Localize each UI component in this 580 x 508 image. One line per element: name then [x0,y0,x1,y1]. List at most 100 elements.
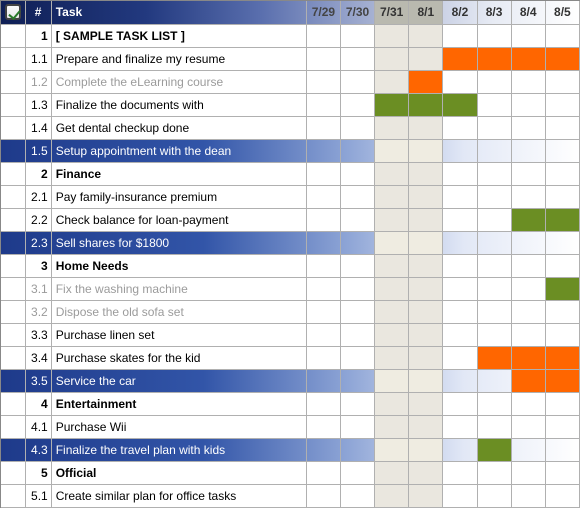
gantt-cell[interactable] [306,93,340,116]
gantt-cell[interactable] [511,369,545,392]
row-check-cell[interactable] [1,208,25,231]
gantt-cell[interactable] [306,185,340,208]
gantt-cell[interactable] [340,231,374,254]
table-row[interactable]: 2.1Pay family-insurance premium [1,185,580,208]
gantt-cell[interactable] [340,438,374,461]
row-check-cell[interactable] [1,24,25,47]
gantt-cell[interactable] [375,323,409,346]
table-row[interactable]: 2Finance [1,162,580,185]
gantt-cell[interactable] [545,116,579,139]
row-num[interactable]: 3.1 [25,277,51,300]
row-task[interactable]: Sell shares for $1800 [51,231,306,254]
row-num[interactable]: 1.4 [25,116,51,139]
gantt-cell[interactable] [477,415,511,438]
gantt-cell[interactable] [511,185,545,208]
gantt-cell[interactable] [340,392,374,415]
gantt-cell[interactable] [306,346,340,369]
row-check-cell[interactable] [1,438,25,461]
gantt-cell[interactable] [545,438,579,461]
gantt-cell[interactable] [477,208,511,231]
gantt-cell[interactable] [375,231,409,254]
gantt-cell[interactable] [545,369,579,392]
gantt-cell[interactable] [511,24,545,47]
task-gantt-table[interactable]: # Task 7/29 7/30 7/31 8/1 8/2 8/3 8/4 8/… [1,1,580,508]
gantt-cell[interactable] [340,369,374,392]
row-num[interactable]: 2.3 [25,231,51,254]
gantt-cell[interactable] [443,392,477,415]
gantt-cell[interactable] [409,116,443,139]
row-task[interactable]: Pay family-insurance premium [51,185,306,208]
row-num[interactable]: 1.3 [25,93,51,116]
table-row[interactable]: 3.5Service the car [1,369,580,392]
table-row[interactable]: 1.2Complete the eLearning course [1,70,580,93]
row-check-cell[interactable] [1,47,25,70]
table-row[interactable]: 3Home Needs [1,254,580,277]
row-check-cell[interactable] [1,392,25,415]
table-row[interactable]: 1[ SAMPLE TASK LIST ] [1,24,580,47]
gantt-cell[interactable] [443,438,477,461]
gantt-cell[interactable] [409,392,443,415]
gantt-cell[interactable] [409,208,443,231]
gantt-cell[interactable] [409,254,443,277]
row-num[interactable]: 3.3 [25,323,51,346]
row-check-cell[interactable] [1,369,25,392]
gantt-cell[interactable] [545,162,579,185]
gantt-cell[interactable] [306,461,340,484]
header-day-5[interactable]: 8/3 [477,1,511,24]
gantt-cell[interactable] [443,208,477,231]
gantt-cell[interactable] [409,93,443,116]
gantt-cell[interactable] [443,484,477,507]
gantt-cell[interactable] [511,484,545,507]
gantt-cell[interactable] [375,392,409,415]
header-day-2[interactable]: 7/31 [375,1,409,24]
gantt-cell[interactable] [375,24,409,47]
gantt-cell[interactable] [409,415,443,438]
header-day-6[interactable]: 8/4 [511,1,545,24]
row-task[interactable]: Prepare and finalize my resume [51,47,306,70]
gantt-cell[interactable] [306,277,340,300]
gantt-cell[interactable] [511,254,545,277]
row-num[interactable]: 1 [25,24,51,47]
gantt-cell[interactable] [375,300,409,323]
gantt-cell[interactable] [477,392,511,415]
gantt-cell[interactable] [477,323,511,346]
row-task[interactable]: Dispose the old sofa set [51,300,306,323]
row-num[interactable]: 1.1 [25,47,51,70]
gantt-cell[interactable] [340,116,374,139]
gantt-cell[interactable] [443,70,477,93]
gantt-cell[interactable] [375,438,409,461]
gantt-cell[interactable] [409,139,443,162]
gantt-cell[interactable] [477,139,511,162]
gantt-cell[interactable] [477,70,511,93]
gantt-cell[interactable] [409,369,443,392]
gantt-cell[interactable] [511,300,545,323]
row-num[interactable]: 4.1 [25,415,51,438]
gantt-cell[interactable] [375,93,409,116]
row-check-cell[interactable] [1,116,25,139]
row-num[interactable]: 5 [25,461,51,484]
row-check-cell[interactable] [1,231,25,254]
gantt-cell[interactable] [511,139,545,162]
header-num[interactable]: # [25,1,51,24]
row-num[interactable]: 3.5 [25,369,51,392]
gantt-cell[interactable] [477,346,511,369]
gantt-cell[interactable] [511,461,545,484]
row-task[interactable]: Fix the washing machine [51,277,306,300]
gantt-cell[interactable] [443,116,477,139]
gantt-cell[interactable] [306,47,340,70]
gantt-cell[interactable] [511,346,545,369]
gantt-cell[interactable] [511,47,545,70]
row-task[interactable]: [ SAMPLE TASK LIST ] [51,24,306,47]
gantt-cell[interactable] [340,254,374,277]
row-task[interactable]: Purchase linen set [51,323,306,346]
row-num[interactable]: 4.3 [25,438,51,461]
gantt-cell[interactable] [306,162,340,185]
gantt-cell[interactable] [306,415,340,438]
gantt-cell[interactable] [375,116,409,139]
gantt-cell[interactable] [375,369,409,392]
gantt-cell[interactable] [511,208,545,231]
table-row[interactable]: 2.2Check balance for loan-payment [1,208,580,231]
gantt-cell[interactable] [545,231,579,254]
row-check-cell[interactable] [1,484,25,507]
row-num[interactable]: 2 [25,162,51,185]
